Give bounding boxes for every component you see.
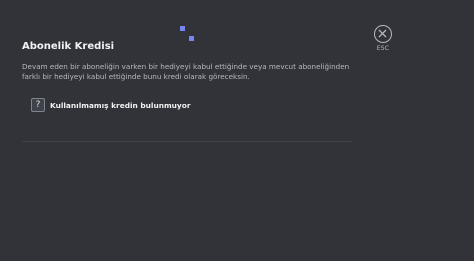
divider xyxy=(22,141,352,142)
loading-square xyxy=(180,26,185,31)
credit-description: Devam eden bir aboneliğin varken bir hed… xyxy=(22,62,350,81)
esc-label: ESC xyxy=(376,45,390,52)
question-mark-icon: ? xyxy=(31,98,45,112)
close-button[interactable] xyxy=(374,25,392,43)
subscription-credit-page: ESC Abonelik Kredisi Devam eden bir abon… xyxy=(0,0,474,261)
page-title: Abonelik Kredisi xyxy=(22,41,115,52)
empty-state: ? Kullanılmamış kredin bulunmuyor xyxy=(31,98,190,112)
loading-square xyxy=(189,36,194,41)
close-icon xyxy=(378,29,387,38)
loading-spinner-icon xyxy=(180,26,196,44)
close-control[interactable]: ESC xyxy=(371,25,395,52)
empty-state-text: Kullanılmamış kredin bulunmuyor xyxy=(50,100,191,110)
